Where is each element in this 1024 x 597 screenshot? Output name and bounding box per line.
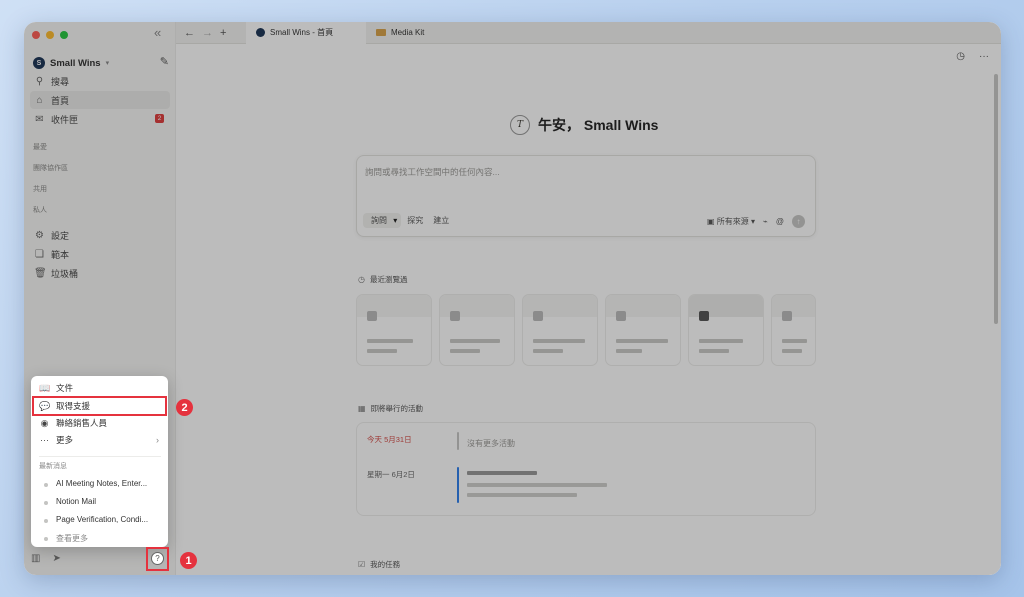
- chevron-right-icon: ›: [156, 435, 159, 445]
- highlight-help-button: [146, 547, 169, 571]
- help-item-more[interactable]: ··· 更多 ›: [39, 432, 161, 448]
- step-marker-1: 1: [180, 552, 197, 569]
- news-heading: 最新消息: [39, 463, 67, 470]
- book-icon: 📖: [39, 382, 51, 393]
- news-dot: [44, 519, 48, 523]
- news-item[interactable]: Page Verification, Condi...: [56, 515, 148, 524]
- divider: [39, 456, 161, 457]
- send-mail-icon[interactable]: ➤: [52, 553, 60, 564]
- news-dot: [44, 537, 48, 541]
- dim-overlay: [24, 22, 1001, 575]
- help-item-label: 更多: [56, 435, 74, 445]
- calendar-app-icon[interactable]: ▥: [31, 553, 40, 564]
- app-window: « S Small Wins ▾ ✎ ⚲ 搜尋 ⌂ 首頁 ✉ 收件匣 2 最愛 …: [24, 22, 1001, 575]
- highlight-get-support: [32, 396, 167, 416]
- person-circle-icon: ◉: [40, 417, 49, 428]
- news-dot: [44, 501, 48, 505]
- step-marker-2: 2: [176, 399, 193, 416]
- help-item-contact-sales[interactable]: ◉ 聯絡銷售人員: [39, 415, 161, 431]
- see-more-link[interactable]: 查看更多: [56, 533, 88, 544]
- news-item[interactable]: AI Meeting Notes, Enter...: [56, 479, 147, 488]
- help-item-label: 聯絡銷售人員: [56, 418, 108, 428]
- help-item-docs[interactable]: 📖 文件: [39, 380, 161, 396]
- more-dots-icon: ···: [40, 435, 49, 445]
- help-item-label: 文件: [56, 383, 74, 393]
- news-item[interactable]: Notion Mail: [56, 497, 96, 506]
- sidebar-bottom-icons: ▥ ➤: [31, 553, 61, 564]
- news-dot: [44, 483, 48, 487]
